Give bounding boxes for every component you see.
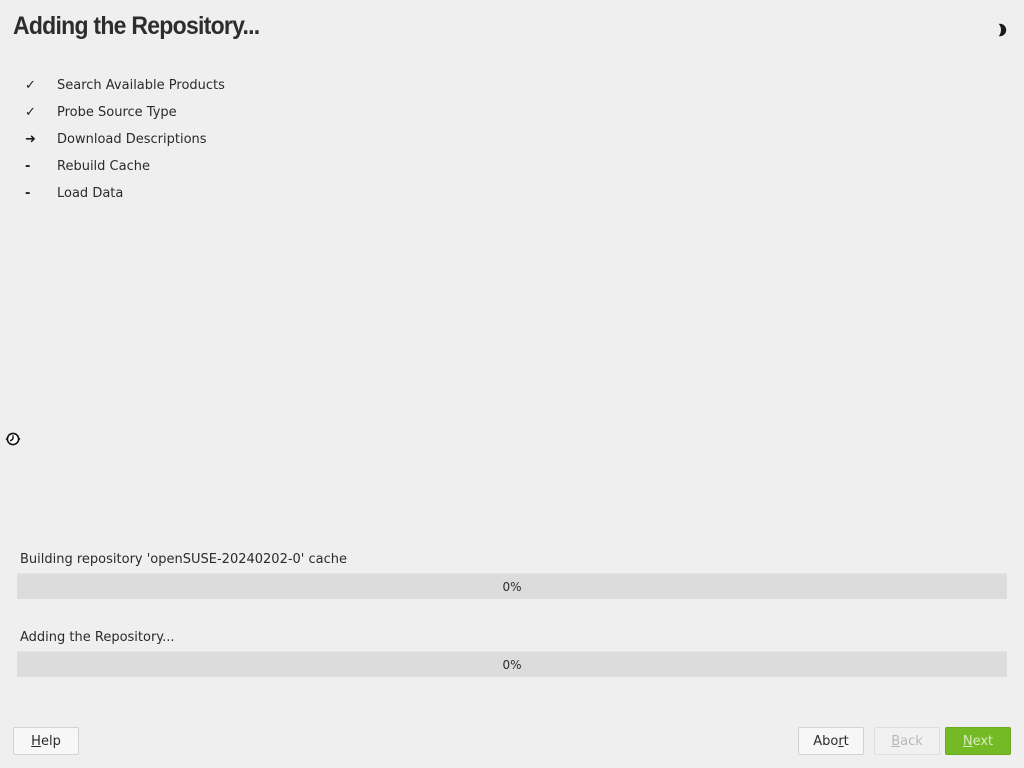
step-done-marker: ✓ [25, 105, 36, 120]
page-title: Adding the Repository... [13, 12, 260, 40]
progress-bar: 0% [17, 573, 1007, 599]
step-label: Probe Source Type [57, 105, 177, 120]
next-label-post: ext [972, 733, 994, 749]
back-label-post: ack [900, 733, 923, 749]
repository-progress-block: Adding the Repository... 0% [17, 628, 1007, 677]
step-pending-marker: - [25, 159, 31, 174]
progress-label: Building repository 'openSUSE-20240202-0… [20, 552, 348, 567]
abort-button[interactable]: Abo r t [798, 727, 864, 755]
step-label: Rebuild Cache [57, 159, 150, 174]
help-button[interactable]: Help [13, 727, 79, 755]
step-current-marker: ➜ [25, 132, 36, 147]
back-button[interactable]: Back [874, 727, 940, 755]
busy-clock-icon [5, 432, 21, 446]
step-done-marker: ✓ [25, 78, 36, 93]
back-mnemonic: B [891, 733, 901, 749]
step-item: ➜ Download Descriptions [20, 126, 225, 153]
next-button[interactable]: Next [945, 727, 1011, 755]
progress-label: Adding the Repository... [20, 630, 175, 645]
step-label: Search Available Products [57, 78, 225, 93]
progress-bar: 0% [17, 651, 1007, 677]
abort-label-pre: Abo [813, 733, 839, 749]
step-list: ✓ Search Available Products ✓ Probe Sour… [20, 72, 225, 207]
abort-label-post: t [843, 733, 849, 749]
step-pending-marker: - [25, 186, 31, 201]
cache-progress-block: Building repository 'openSUSE-20240202-0… [17, 550, 1007, 599]
installer-window: Adding the Repository... ✓ Search Availa… [0, 0, 1024, 768]
help-mnemonic: H [31, 733, 41, 749]
half-moon-icon[interactable] [992, 22, 1008, 38]
step-label: Load Data [57, 186, 124, 201]
step-item: - Rebuild Cache [20, 153, 225, 180]
step-item: - Load Data [20, 180, 225, 207]
next-mnemonic: N [962, 733, 973, 749]
help-label-post: elp [40, 733, 61, 749]
progress-percent: 0% [502, 658, 522, 672]
step-item: ✓ Search Available Products [20, 72, 225, 99]
progress-percent: 0% [502, 580, 522, 594]
step-label: Download Descriptions [57, 132, 207, 147]
step-item: ✓ Probe Source Type [20, 99, 225, 126]
